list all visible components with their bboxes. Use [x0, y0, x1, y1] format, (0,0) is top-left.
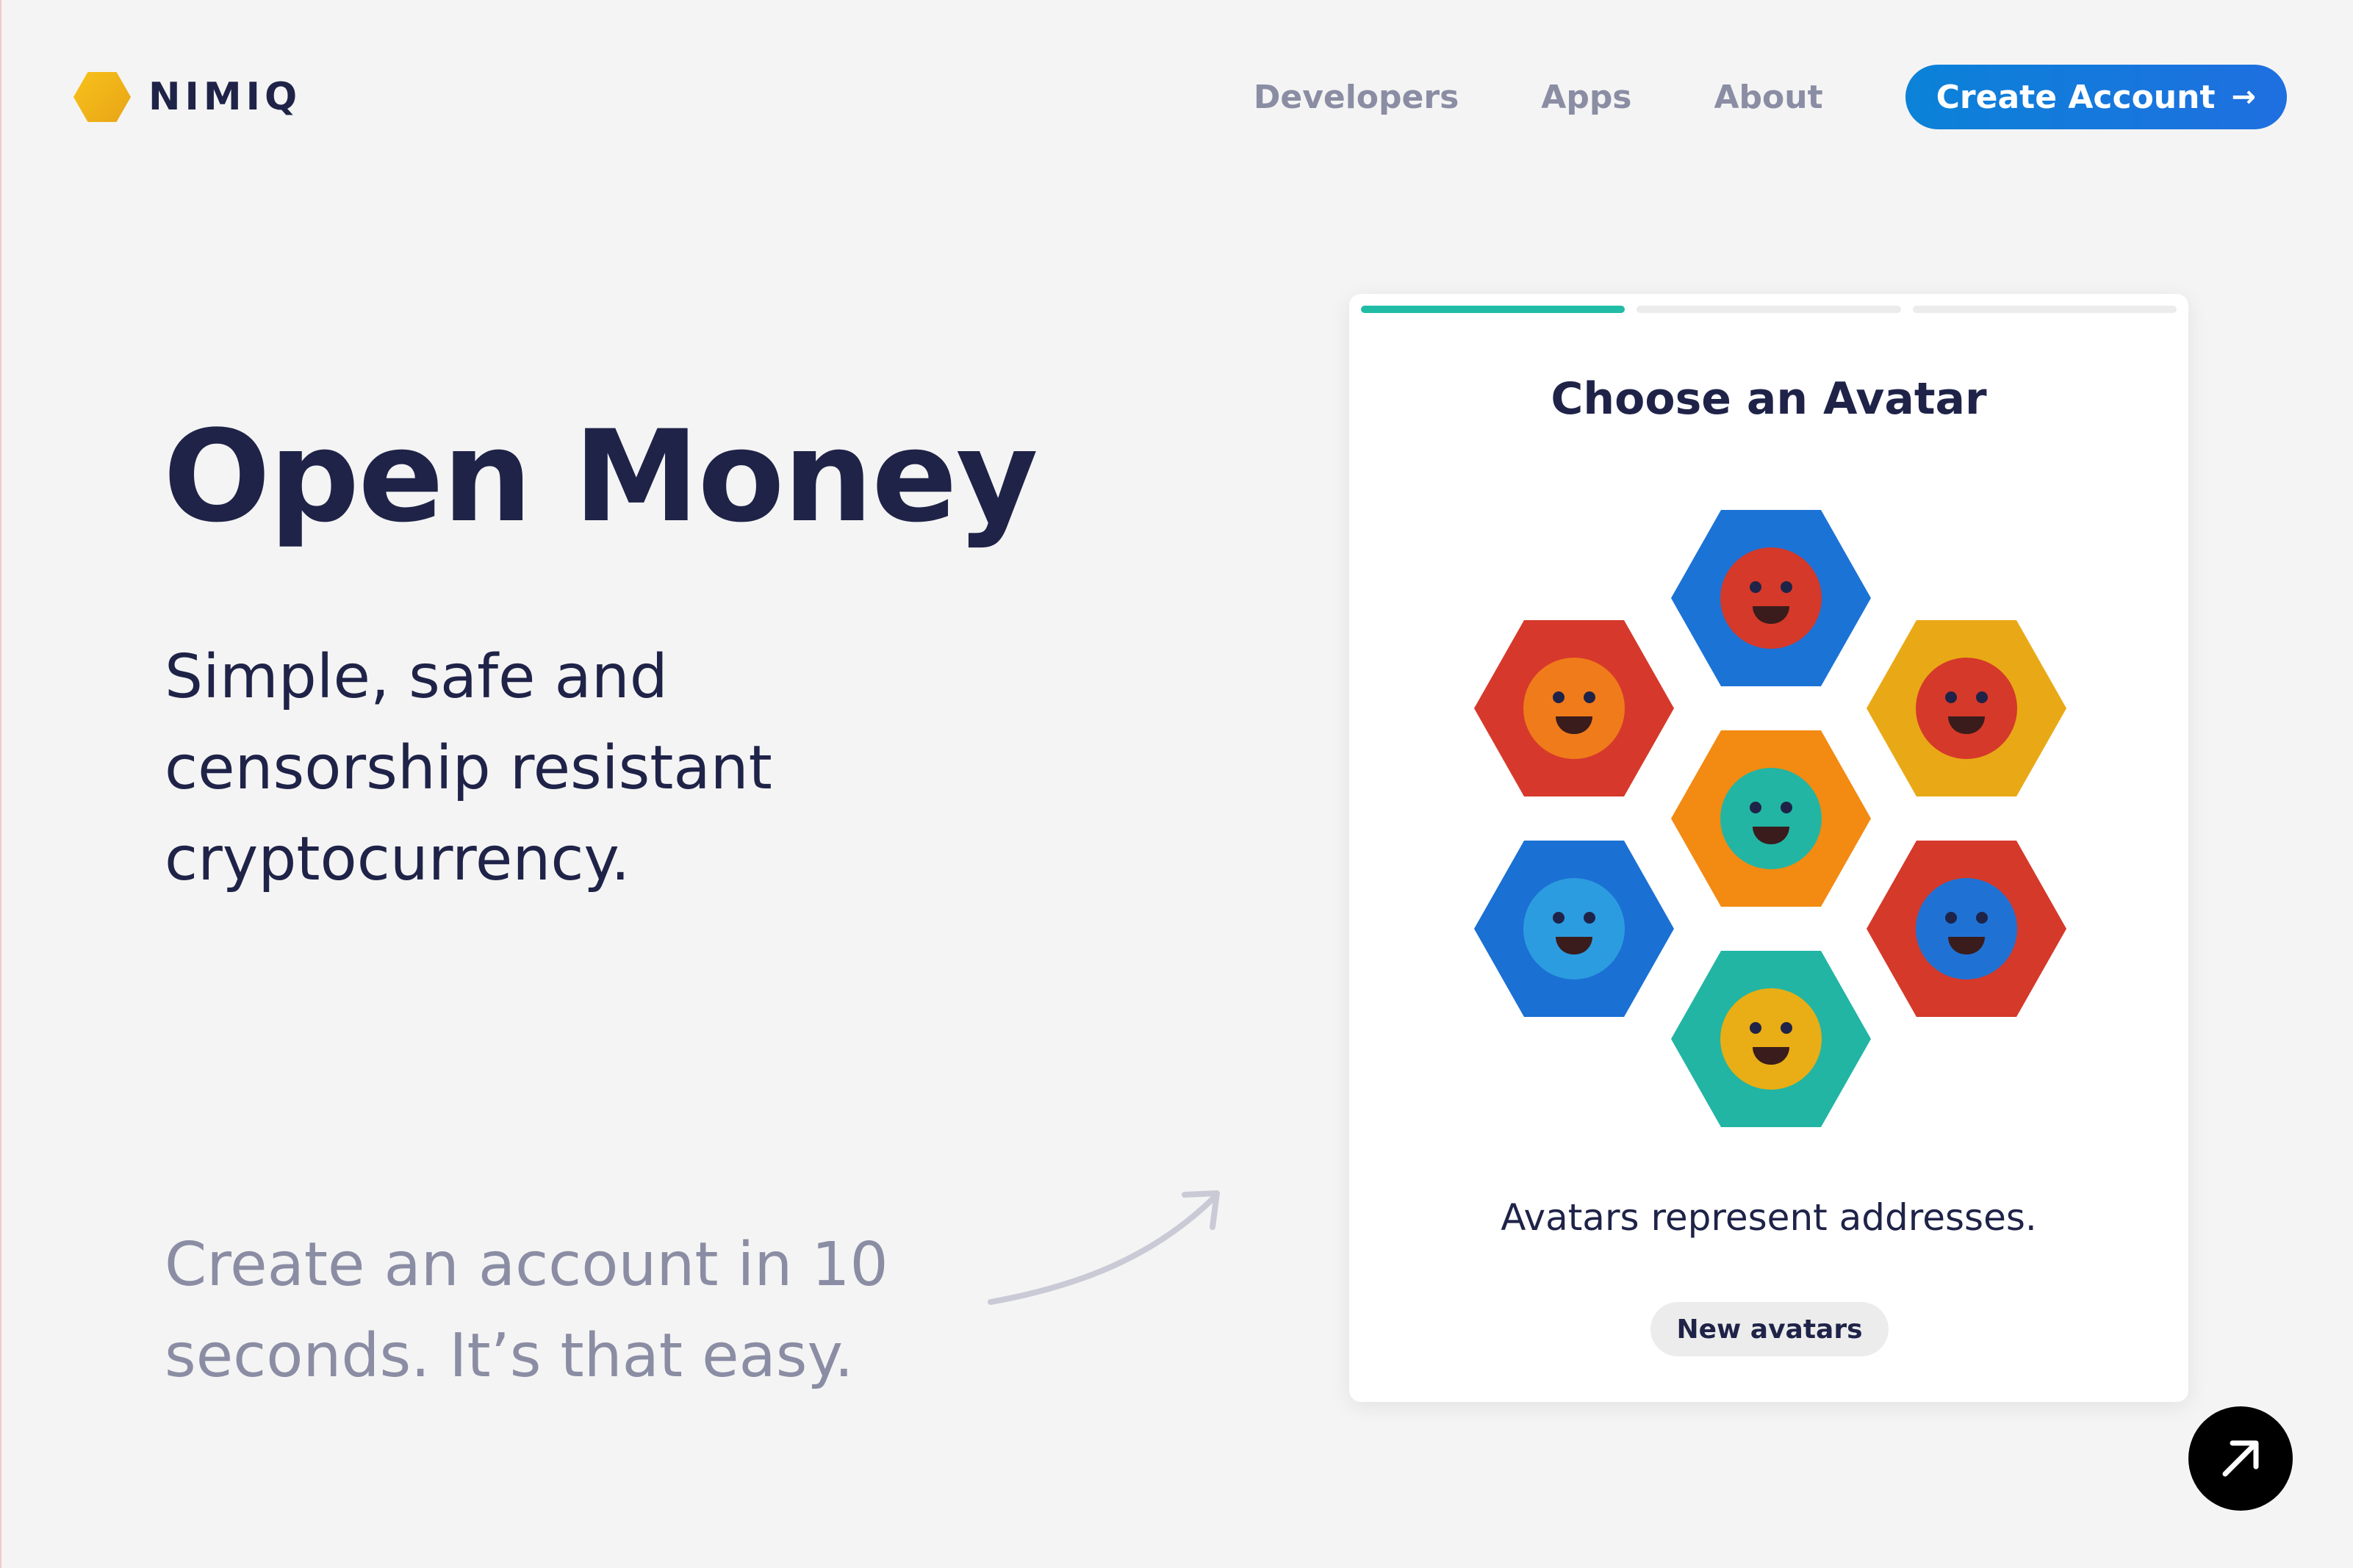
avatar-eye: [1976, 691, 1988, 703]
arrow-right-icon: →: [2231, 80, 2256, 114]
avatar-red-on-blue[interactable]: [1671, 510, 1871, 686]
logo[interactable]: NIMIQ: [73, 72, 301, 122]
avatar-face: [1916, 878, 2017, 979]
progress-step-3: [1912, 306, 2177, 313]
hero-title: Open Money: [163, 403, 1038, 550]
avatar-face: [1523, 658, 1625, 759]
progress-bar: [1361, 306, 2177, 313]
page-left-border: [0, 0, 1, 1568]
nimiq-hexagon-icon: [73, 72, 131, 122]
avatar-mouth: [1753, 606, 1789, 624]
avatar-face: [1523, 878, 1625, 979]
card-title: Choose an Avatar: [1551, 373, 1987, 425]
avatar-eye: [1750, 581, 1761, 593]
arrow-up-right-icon: [2222, 1440, 2259, 1477]
avatar-mouth: [1948, 937, 1985, 954]
avatar-eye: [1584, 912, 1595, 924]
avatar-red-on-yellow[interactable]: [1867, 620, 2066, 796]
hero-subtitle: Simple, safe and censorship resistant cr…: [165, 642, 772, 894]
hero-note: Create an account in 10 seconds. It’s th…: [165, 1230, 888, 1391]
avatar-blue-on-blue[interactable]: [1474, 841, 1674, 1017]
top-nav: Developers Apps About Create Account →: [1254, 65, 2287, 129]
avatar-eye: [1945, 912, 1957, 924]
avatar-yellow-on-teal[interactable]: [1671, 951, 1871, 1127]
avatar-mouth: [1948, 716, 1985, 734]
avatar-face: [1720, 547, 1822, 649]
avatar-orange-on-red[interactable]: [1474, 620, 1674, 796]
curved-arrow-icon: [988, 1190, 1220, 1305]
avatar-eye: [1750, 1022, 1761, 1034]
create-account-button[interactable]: Create Account →: [1905, 65, 2287, 129]
avatars-caption: Avatars represent addresses.: [1501, 1196, 2037, 1239]
avatar-blue-on-red[interactable]: [1867, 841, 2066, 1017]
avatar-eye: [1945, 691, 1957, 703]
avatar-mouth: [1753, 827, 1789, 844]
open-external-button[interactable]: [2188, 1406, 2293, 1511]
avatar-chooser-card: Choose an Avatar Avatars represent addre…: [1349, 294, 2188, 1402]
avatar-face: [1720, 988, 1822, 1090]
avatar-face: [1720, 768, 1822, 869]
nav-link-developers[interactable]: Developers: [1254, 79, 1459, 116]
nav-link-apps[interactable]: Apps: [1541, 79, 1631, 116]
create-account-label: Create Account: [1936, 78, 2216, 116]
avatar-mouth: [1556, 716, 1592, 734]
nav-link-about[interactable]: About: [1714, 79, 1823, 116]
logo-text: NIMIQ: [148, 75, 302, 119]
avatar-eye: [1553, 691, 1565, 703]
new-avatars-button[interactable]: New avatars: [1650, 1302, 1889, 1356]
avatar-eye: [1781, 581, 1792, 593]
avatar-mouth: [1753, 1047, 1789, 1065]
avatar-eye: [1976, 912, 1988, 924]
progress-step-2: [1637, 306, 1901, 313]
avatar-eye: [1781, 802, 1792, 813]
avatar-eye: [1553, 912, 1565, 924]
avatar-mouth: [1556, 937, 1592, 954]
avatar-eye: [1781, 1022, 1792, 1034]
avatar-teal-on-orange[interactable]: [1671, 730, 1871, 907]
progress-step-1: [1361, 306, 1625, 313]
avatar-eye: [1584, 691, 1595, 703]
avatar-eye: [1750, 802, 1761, 813]
avatar-face: [1916, 658, 2017, 759]
